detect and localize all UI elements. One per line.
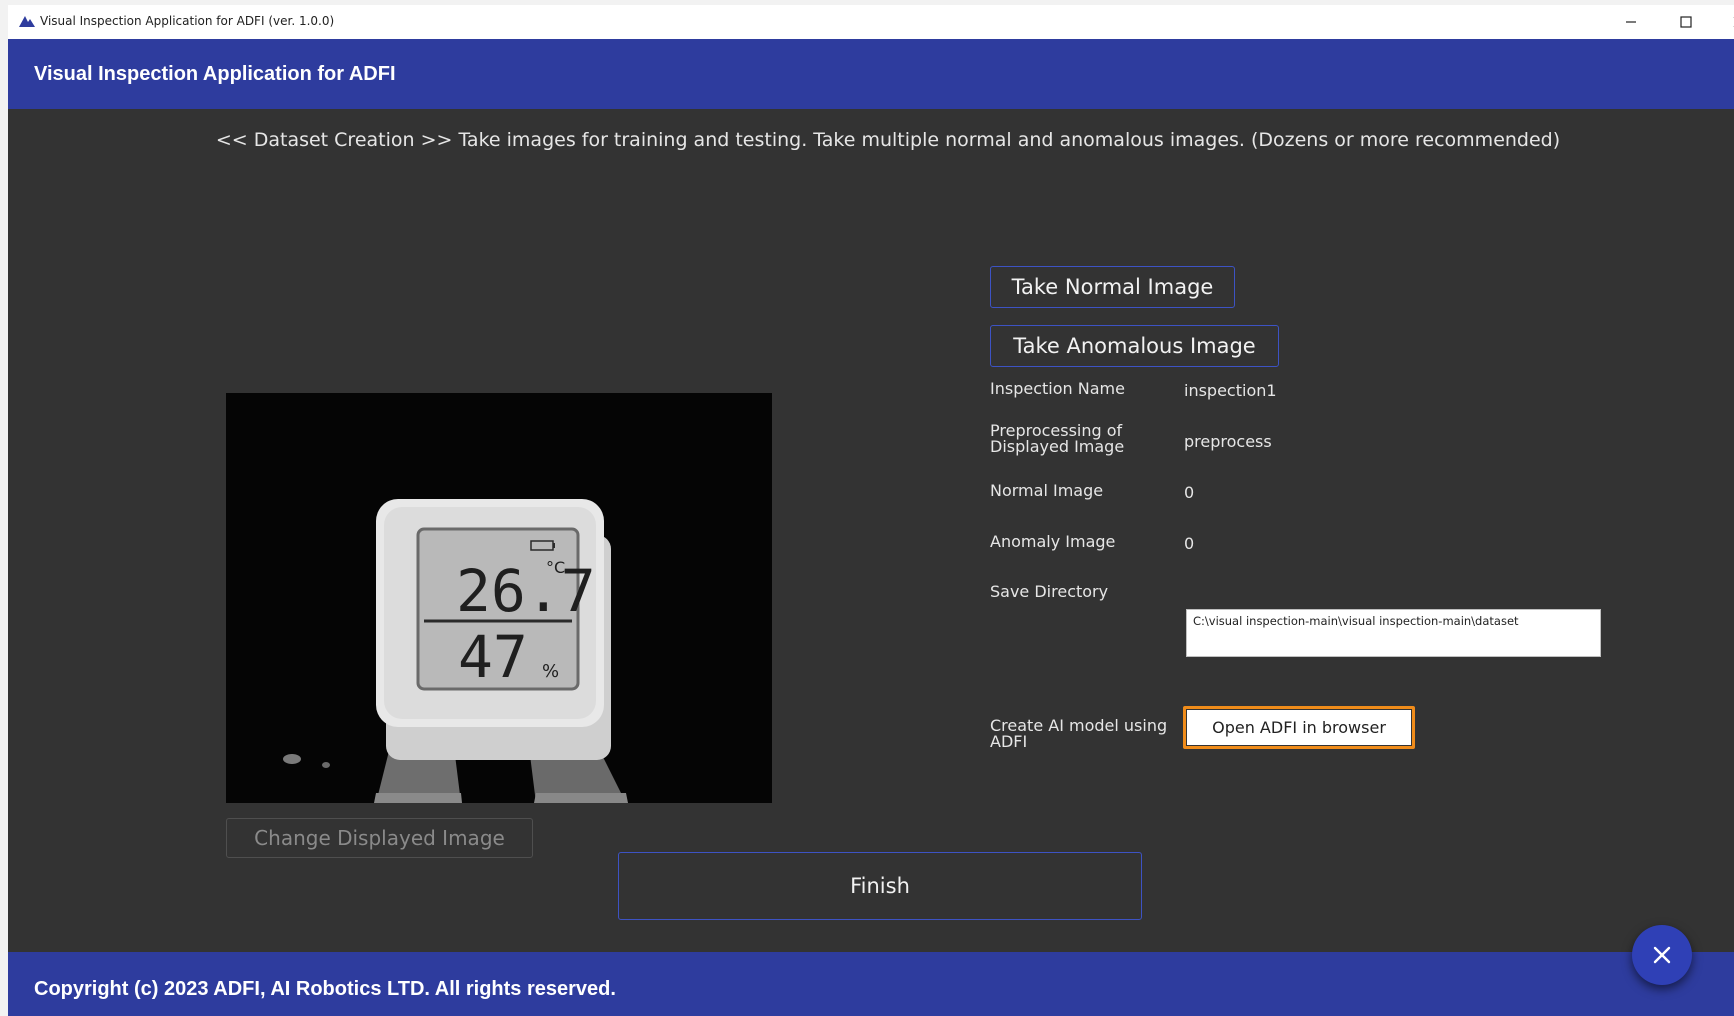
open-adfi-highlight: Open ADFI in browser [1183, 706, 1415, 749]
take-anomalous-image-button[interactable]: Take Anomalous Image [990, 325, 1279, 367]
create-ai-model-label: Create AI model using ADFI [990, 718, 1167, 750]
window-titlebar: Visual Inspection Application for ADFI (… [8, 5, 1734, 40]
instruction-text: << Dataset Creation >> Take images for t… [215, 129, 1561, 151]
floating-close-button[interactable] [1632, 925, 1692, 985]
change-displayed-image-button[interactable]: Change Displayed Image [226, 818, 533, 858]
minimize-button[interactable] [1608, 5, 1654, 39]
maximize-button[interactable] [1663, 5, 1709, 39]
preprocessing-label: Preprocessing of Displayed Image [990, 423, 1124, 455]
camera-preview: 26.7 °C 47 % [226, 393, 772, 803]
copyright-text: Copyright (c) 2023 ADFI, AI Robotics LTD… [34, 978, 616, 1000]
window-close-button[interactable] [1716, 5, 1734, 39]
inspection-name-value: inspection1 [1184, 381, 1277, 400]
app-logo-icon [19, 16, 35, 27]
anomaly-image-label: Anomaly Image [990, 532, 1116, 551]
maximize-icon [1680, 16, 1692, 28]
main-panel: << Dataset Creation >> Take images for t… [8, 109, 1734, 952]
app-footer: Copyright (c) 2023 ADFI, AI Robotics LTD… [8, 952, 1734, 1016]
window-title: Visual Inspection Application for ADFI (… [40, 14, 335, 28]
preprocessing-value: preprocess [1184, 432, 1272, 451]
app-header: Visual Inspection Application for ADFI [8, 39, 1734, 109]
app-title: Visual Inspection Application for ADFI [34, 63, 396, 85]
temperature-unit: °C [546, 558, 565, 577]
normal-image-label: Normal Image [990, 481, 1104, 500]
anomaly-image-count: 0 [1184, 534, 1195, 553]
create-ai-label-line2: ADFI [990, 732, 1028, 751]
preprocessing-label-line2: Displayed Image [990, 437, 1125, 456]
humidity-reading: 47 [458, 623, 528, 691]
inspection-name-label: Inspection Name [990, 379, 1125, 398]
humidity-unit: % [542, 661, 559, 682]
preview-image: 26.7 °C 47 % [226, 393, 772, 803]
take-normal-image-button[interactable]: Take Normal Image [990, 266, 1235, 308]
save-directory-field[interactable]: C:\visual inspection-main\visual inspect… [1186, 609, 1601, 657]
open-adfi-button[interactable]: Open ADFI in browser [1187, 710, 1411, 745]
save-directory-label: Save Directory [990, 582, 1109, 601]
close-icon [1653, 946, 1671, 964]
normal-image-count: 0 [1184, 483, 1195, 502]
minimize-icon [1626, 21, 1636, 23]
temperature-reading: 26.7 [456, 557, 596, 625]
finish-button[interactable]: Finish [618, 852, 1142, 920]
